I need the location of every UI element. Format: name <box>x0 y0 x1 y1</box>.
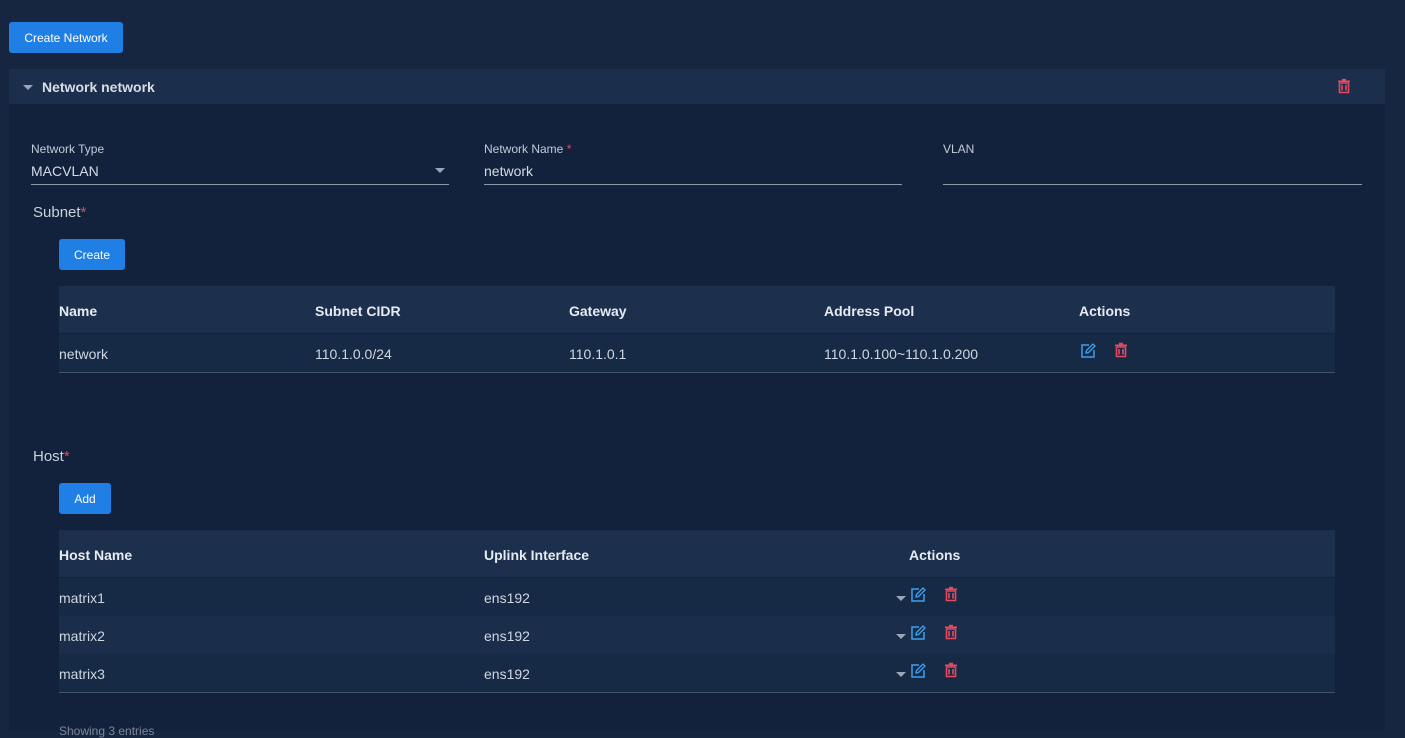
subnet-title-text: Subnet <box>33 204 81 221</box>
host-interface-cell: ens192 <box>484 590 530 606</box>
table-row <box>59 334 1335 372</box>
expand-row-chevron-icon[interactable] <box>896 672 906 677</box>
host-table-bottom-line <box>59 692 1335 693</box>
trash-icon[interactable] <box>943 624 959 640</box>
subnet-col-gateway: Gateway <box>569 303 627 319</box>
host-interface-cell: ens192 <box>484 666 530 682</box>
host-interface-cell: ens192 <box>484 628 530 644</box>
subnet-pool-cell: 110.1.0.100~110.1.0.200 <box>824 346 979 362</box>
host-table-footer: Showing 3 entries <box>59 724 155 738</box>
subnet-name-cell: network <box>59 346 109 362</box>
host-name-cell: matrix3 <box>59 666 105 682</box>
subnet-col-actions: Actions <box>1079 303 1131 319</box>
expand-row-chevron-icon[interactable] <box>896 634 906 639</box>
subnet-section-title: Subnet* <box>33 204 86 221</box>
edit-icon[interactable] <box>910 587 926 603</box>
edit-icon[interactable] <box>910 625 926 641</box>
trash-icon[interactable] <box>943 586 959 602</box>
table-row <box>59 578 1335 616</box>
vlan-input[interactable] <box>943 163 1362 181</box>
network-panel-header[interactable]: Network network <box>9 69 1385 104</box>
create-network-button[interactable]: Create Network <box>9 22 123 53</box>
network-name-label-text: Network Name <box>484 142 564 156</box>
subnet-col-cidr: Subnet CIDR <box>315 303 401 319</box>
vlan-underline <box>943 184 1362 185</box>
network-type-select[interactable]: MACVLAN <box>31 163 99 179</box>
network-type-dropdown-icon[interactable] <box>435 168 445 173</box>
delete-network-trash-icon[interactable] <box>1336 78 1352 94</box>
subnet-col-name: Name <box>59 303 98 319</box>
host-col-name: Host Name <box>59 547 133 563</box>
host-name-cell: matrix2 <box>59 628 105 644</box>
edit-icon[interactable] <box>910 663 926 679</box>
table-row <box>59 654 1335 692</box>
host-col-actions: Actions <box>909 547 961 563</box>
trash-icon[interactable] <box>943 662 959 678</box>
vlan-label: VLAN <box>943 142 975 156</box>
subnet-cidr-cell: 110.1.0.0/24 <box>315 346 392 362</box>
required-mark: * <box>80 204 87 221</box>
required-mark: * <box>63 448 70 465</box>
table-row <box>59 616 1335 654</box>
network-name-input[interactable]: network <box>484 163 533 179</box>
network-type-underline <box>31 184 449 185</box>
network-type-label: Network Type <box>31 142 105 156</box>
host-title-text: Host <box>33 448 64 465</box>
subnet-table-header <box>59 286 1335 333</box>
subnet-table-bottom-line <box>59 372 1335 373</box>
network-panel-title: Network network <box>42 79 155 95</box>
required-mark: * <box>566 142 572 156</box>
trash-icon[interactable] <box>1113 342 1129 358</box>
subnet-gateway-cell: 110.1.0.1 <box>569 346 627 362</box>
network-name-label: Network Name * <box>484 142 571 156</box>
network-name-underline <box>484 184 902 185</box>
host-col-interface: Uplink Interface <box>484 547 590 563</box>
expand-row-chevron-icon[interactable] <box>896 596 906 601</box>
edit-icon[interactable] <box>1080 343 1096 359</box>
subnet-col-pool: Address Pool <box>824 303 915 319</box>
host-table-header <box>59 530 1335 577</box>
host-name-cell: matrix1 <box>59 590 105 606</box>
collapse-chevron-icon[interactable] <box>23 85 33 90</box>
host-section-title: Host* <box>33 448 70 465</box>
create-subnet-button[interactable]: Create <box>59 239 125 270</box>
add-host-button[interactable]: Add <box>59 483 111 514</box>
